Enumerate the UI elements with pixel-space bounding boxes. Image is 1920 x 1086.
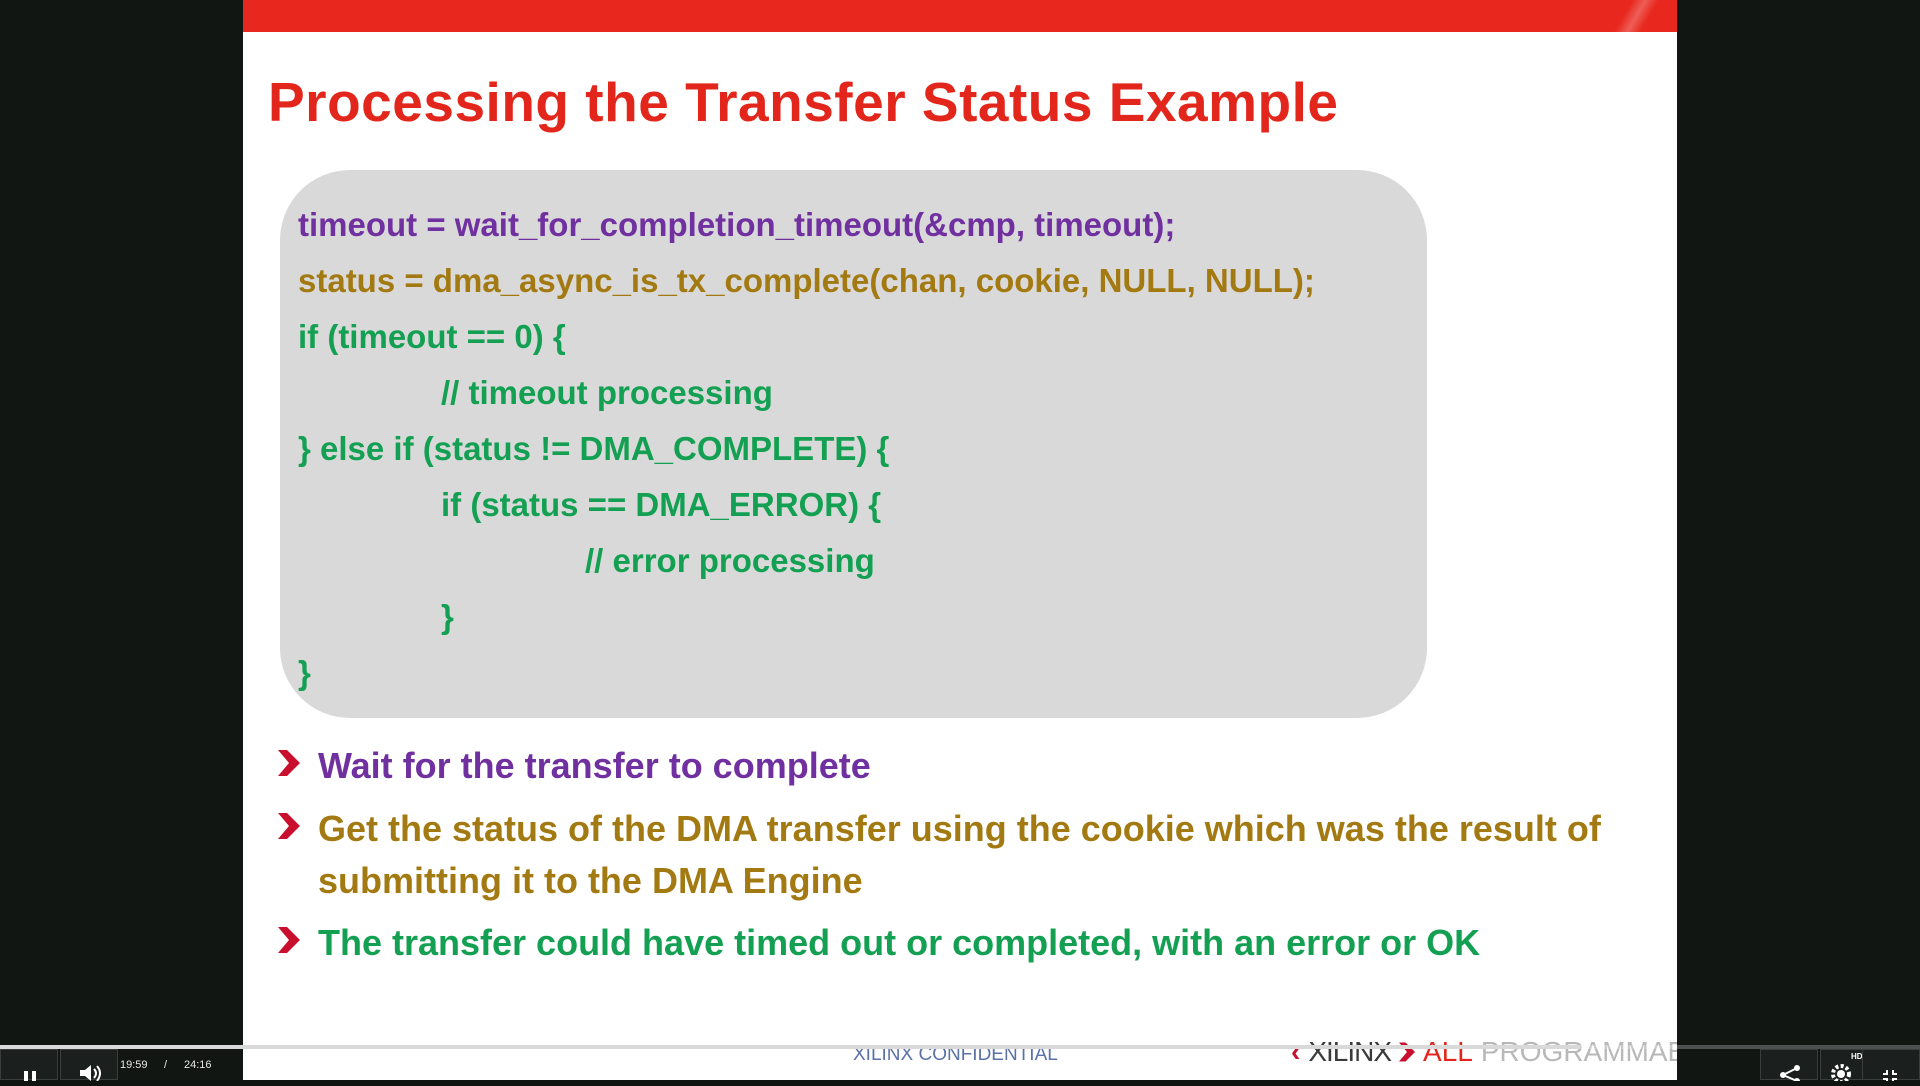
player-controls: 19:59 / 24:16 HD <box>0 1045 1920 1084</box>
slide-top-bar <box>243 0 1677 32</box>
video-player: Processing the Transfer Status Example t… <box>0 0 1920 1084</box>
chevron-right-icon <box>278 813 300 839</box>
code-line: if (status == DMA_ERROR) { <box>441 486 882 523</box>
pause-button[interactable] <box>0 1049 58 1081</box>
code-line: } <box>441 598 454 635</box>
chevron-right-icon <box>278 750 300 776</box>
code-line: // timeout processing <box>441 374 773 411</box>
code-line: if (timeout == 0) { <box>298 318 566 355</box>
share-button[interactable] <box>1760 1049 1818 1084</box>
pause-icon <box>24 1071 36 1081</box>
volume-icon <box>80 1065 101 1082</box>
brand-corner-mark <box>1597 0 1667 32</box>
exit-fullscreen-icon <box>1883 1070 1897 1083</box>
seek-bar[interactable] <box>0 1045 1920 1049</box>
bullet-text: Wait for the transfer to complete <box>318 745 871 786</box>
current-time: 19:59 <box>120 1059 148 1071</box>
volume-button[interactable] <box>60 1049 118 1082</box>
slide-title: Processing the Transfer Status Example <box>268 71 1339 133</box>
code-line: } <box>298 654 311 691</box>
bullet-text: The transfer could have timed out or com… <box>318 922 1481 963</box>
share-icon <box>1780 1065 1800 1084</box>
bullet-text: Get the status of the DMA transfer using… <box>318 808 1601 901</box>
code-line: } else if (status != DMA_COMPLETE) { <box>298 430 890 467</box>
duration: 24:16 <box>184 1059 212 1071</box>
chevron-right-icon <box>278 927 300 953</box>
slide: Processing the Transfer Status Example t… <box>243 0 1677 1080</box>
code-line: // error processing <box>585 542 875 579</box>
code-block: timeout = wait_for_completion_timeout(&c… <box>280 170 1427 718</box>
hd-badge: HD <box>1851 1052 1863 1061</box>
code-line: timeout = wait_for_completion_timeout(&c… <box>298 206 1176 243</box>
seek-bar-progress <box>0 1045 1581 1049</box>
exit-fullscreen-button[interactable] <box>1862 1049 1920 1083</box>
code-line: status = dma_async_is_tx_complete(chan, … <box>298 262 1315 299</box>
time-separator: / <box>164 1059 168 1071</box>
